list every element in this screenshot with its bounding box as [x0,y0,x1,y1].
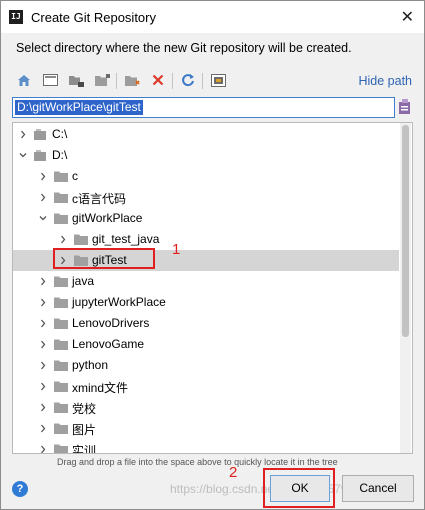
tree-row-label: c [72,169,78,183]
chevron-down-icon[interactable] [39,214,47,223]
tree-row-label: 实训 [72,444,97,454]
folder-icon [54,171,68,182]
tree-row-label: xmind文件 [72,381,129,395]
new-folder-icon[interactable] [122,70,142,90]
chevron-right-icon[interactable] [39,382,47,391]
show-hidden-icon[interactable] [208,70,228,90]
chevron-right-icon[interactable] [39,277,47,286]
dialog-title: Create Git Repository [31,10,156,25]
tree-row[interactable]: D:\ [13,145,399,166]
home-icon[interactable] [14,70,34,90]
module-icon[interactable] [92,70,112,90]
tree-row-label: java [72,274,95,288]
cancel-button[interactable]: Cancel [342,475,414,502]
close-icon[interactable]: ✕ [401,7,414,27]
drive-icon [34,129,46,140]
folder-icon [54,192,68,203]
directory-tree[interactable]: C:\ D:\ c c语言代码 gitWorkPlace git_test_java git… [12,122,413,454]
chevron-right-icon[interactable] [39,445,47,454]
chevron-right-icon[interactable] [39,172,47,181]
title-bar: IJ Create Git Repository ✕ [1,1,424,33]
tree-row-label: gitWorkPlace [72,211,143,225]
tree-row[interactable]: git_test_java [13,229,399,250]
tree-row[interactable]: 实训 [13,439,399,454]
path-input-value: D:\gitWorkPlace\gitTest [15,100,143,115]
tree-row[interactable]: xmind文件 [13,376,399,397]
tree-row-label: LenovoDrivers [72,316,150,330]
folder-icon [54,444,68,453]
tree-row-label: c语言代码 [72,192,127,206]
refresh-icon[interactable] [178,70,198,90]
annotation-box-2 [263,468,335,508]
dialog-description: Select directory where the new Git repos… [16,41,352,55]
folder-icon [54,423,68,434]
tree-row-label: jupyterWorkPlace [72,295,166,309]
folder-icon [54,360,68,371]
tree-row[interactable]: c [13,166,399,187]
desktop-icon[interactable] [40,70,60,90]
tree-row-label: C:\ [52,127,68,141]
tree-row-label: python [72,358,109,372]
tree-row[interactable]: python [13,355,399,376]
chevron-right-icon[interactable] [39,424,47,433]
tree-row[interactable]: jupyterWorkPlace [13,292,399,313]
tree-row[interactable]: 图片 [13,418,399,439]
file-chooser-toolbar [14,70,234,92]
tree-row[interactable]: gitWorkPlace [13,208,399,229]
chevron-right-icon[interactable] [39,340,47,349]
folder-icon [54,213,68,224]
annotation-number-2: 2 [229,464,238,481]
path-input[interactable]: D:\gitWorkPlace\gitTest [12,97,395,118]
folder-icon [74,234,88,245]
tree-row[interactable]: c语言代码 [13,187,399,208]
tree-row[interactable]: C:\ [13,124,399,145]
folder-icon [54,276,68,287]
tree-row-label: D:\ [52,148,68,162]
chevron-right-icon[interactable] [19,130,27,139]
folder-icon [54,381,68,392]
tree-row[interactable]: LenovoDrivers [13,313,399,334]
tree-scrollbar[interactable] [400,123,411,453]
chevron-right-icon[interactable] [39,193,47,202]
annotation-box-1 [53,248,155,269]
tree-row[interactable]: java [13,271,399,292]
tree-row[interactable]: 党校 [13,397,399,418]
chevron-right-icon[interactable] [59,235,67,244]
chevron-right-icon[interactable] [39,319,47,328]
folder-icon [54,339,68,350]
folder-icon [54,297,68,308]
intellij-app-icon: IJ [9,10,23,24]
drive-icon [34,150,46,161]
tree-row[interactable]: LenovoGame [13,334,399,355]
tree-row-label: git_test_java [92,232,160,246]
annotation-number-1: 1 [172,241,181,258]
chevron-right-icon[interactable] [39,403,47,412]
tree-row-label: LenovoGame [72,337,145,351]
tree-hint-text: Drag and drop a file into the space abov… [57,457,338,467]
hide-path-link[interactable]: Hide path [358,74,412,88]
folder-icon [54,318,68,329]
chevron-right-icon[interactable] [39,298,47,307]
project-icon[interactable] [66,70,86,90]
help-icon[interactable]: ? [12,481,28,497]
delete-icon[interactable] [148,70,168,90]
chevron-down-icon[interactable] [19,151,27,160]
path-history-icon[interactable] [398,98,412,115]
chevron-right-icon[interactable] [39,361,47,370]
tree-row-label: 图片 [72,423,97,437]
tree-scrollbar-thumb[interactable] [402,125,409,337]
folder-icon [54,402,68,413]
tree-row-label: 党校 [72,402,97,416]
